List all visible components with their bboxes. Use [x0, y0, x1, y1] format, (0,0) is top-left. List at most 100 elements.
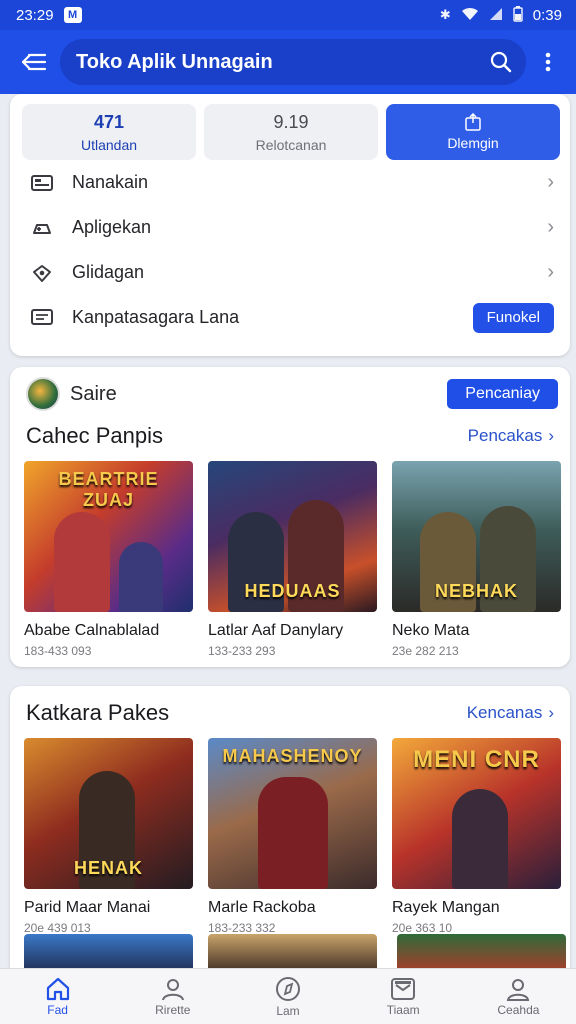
search-icon	[490, 51, 512, 73]
menu-row-label: Apligekan	[72, 217, 152, 237]
nav-label: Lam	[276, 1003, 300, 1018]
game-title: Latlar Aaf Danylary	[208, 622, 344, 639]
nav-item-home[interactable]: Fad	[0, 969, 115, 1024]
game-title: Neko Mata	[392, 622, 470, 639]
game-logo: BEARTRIE ZUAJ	[58, 469, 159, 510]
share-box-icon	[465, 113, 481, 131]
character-figure	[258, 777, 328, 889]
gamepad-icon	[30, 216, 54, 240]
nav-item-5[interactable]: Ceahda	[461, 969, 576, 1024]
game-logo: MAHASHENOY	[222, 746, 363, 766]
game-card[interactable]: MAHASHENOY Marle Rackoba 183-233 332	[208, 738, 377, 935]
menu-row-2[interactable]: Apligekan ›	[10, 205, 570, 250]
stat-primary-action[interactable]: Dlemgin	[386, 104, 560, 160]
signal-icon	[489, 7, 503, 24]
see-more-link[interactable]: Pencakas ›	[468, 426, 554, 446]
person-icon	[161, 978, 184, 1000]
stat-value: 9.19	[273, 111, 309, 132]
stat-label: Dlemgin	[447, 135, 499, 151]
nav-item-3[interactable]: Lam	[230, 969, 345, 1024]
chevron-right-icon: ›	[547, 216, 554, 238]
menu-row-label: Glidagan	[72, 262, 145, 282]
game-meta: 23e 282 213	[392, 644, 459, 658]
avatar[interactable]	[26, 377, 60, 411]
section-title: Katkara Pakes	[26, 700, 170, 725]
chevron-right-icon: ›	[548, 703, 554, 722]
game-thumbnail[interactable]: MAHASHENOY	[208, 738, 377, 889]
status-bar: 23:29 M ✱ 0:39	[0, 0, 576, 30]
game-thumbnail[interactable]: BEARTRIE ZUAJ	[24, 461, 193, 612]
heart-icon	[30, 261, 54, 285]
game-title: Rayek Mangan	[392, 899, 500, 916]
wifi-icon	[461, 7, 479, 24]
search-button[interactable]	[486, 47, 516, 77]
game-logo: HENAK	[73, 858, 143, 878]
nav-label: Rirette	[155, 1002, 191, 1017]
see-more-link[interactable]: Kencanas ›	[467, 703, 554, 723]
see-more-label: Kencanas	[466, 703, 543, 722]
character-figure	[54, 512, 110, 612]
stat-label: Relotcanan	[255, 136, 327, 153]
see-more-label: Pencakas	[467, 426, 543, 445]
game-meta: 183-433 093	[24, 644, 92, 658]
stat-downloads[interactable]: 471 Utlandan	[22, 104, 196, 160]
nav-item-2[interactable]: Rirette	[115, 969, 230, 1024]
game-meta: 20e 363 10	[392, 921, 453, 935]
game-meta: 183-233 332	[208, 921, 276, 935]
section-header-label: Saire	[70, 382, 117, 405]
status-time-left: 23:29	[16, 6, 54, 24]
more-options-button[interactable]	[532, 40, 564, 84]
bottom-navigation: Fad Rirette Lam Tiaam Ceahda	[0, 968, 576, 1024]
game-meta: 133-233 293	[208, 644, 276, 658]
game-card[interactable]: HEDUAAS Latlar Aaf Danylary 133-233 293	[208, 461, 377, 658]
menu-row-3[interactable]: Glidagan ›	[10, 250, 570, 295]
game-card[interactable]: MENI CNR Rayek Mangan 20e 363 10	[392, 738, 561, 935]
chevron-right-icon: ›	[547, 261, 554, 283]
section-title-row: Katkara Pakes Kencanas ›	[10, 700, 570, 726]
home-icon	[46, 977, 69, 1000]
battery-icon	[513, 5, 523, 25]
more-vertical-icon	[545, 52, 551, 72]
game-card[interactable]: NEBHAK Neko Mata 23e 282 213	[392, 461, 561, 658]
stat-reviews[interactable]: 9.19 Relotcanan	[204, 104, 378, 160]
nav-label: Tiaam	[386, 1002, 420, 1017]
game-thumbnail[interactable]: NEBHAK	[392, 461, 561, 612]
section-title-row: Cahec Panpis Pencakas ›	[10, 423, 570, 449]
status-right: ✱ 0:39	[439, 5, 562, 25]
overview-card: 471 Utlandan 9.19 Relotcanan Dlemgin Nan…	[10, 94, 570, 356]
ticket-icon	[30, 171, 54, 195]
back-menu-button[interactable]	[12, 40, 56, 84]
stat-value: 471	[93, 111, 125, 132]
game-thumbnail[interactable]: HEDUAAS	[208, 461, 377, 612]
nav-label: Ceahda	[497, 1002, 540, 1017]
game-card[interactable]: HENAK Parid Maar Manai 20e 439 013	[24, 738, 193, 935]
chevron-right-icon: ›	[547, 171, 554, 193]
game-logo: HEDUAAS	[244, 581, 341, 601]
game-meta: 20e 439 013	[24, 921, 91, 935]
menu-row-label: Kanpatasagara Lana	[72, 307, 240, 327]
character-figure	[119, 542, 163, 612]
section-title: Cahec Panpis	[26, 423, 163, 448]
game-title: Parid Maar Manai	[24, 899, 151, 916]
compass-icon	[276, 976, 300, 1001]
games-row: HENAK Parid Maar Manai 20e 439 013 MAHAS…	[10, 726, 570, 935]
menu-row-4[interactable]: Kanpatasagara Lana Funokel	[10, 295, 570, 340]
app-bar: Toko Aplik Unnagain	[0, 30, 576, 94]
nav-item-4[interactable]: Tiaam	[346, 969, 461, 1024]
section-header-button[interactable]: Pencaniay	[447, 379, 558, 409]
profile-icon	[507, 978, 530, 1001]
search-bar[interactable]: Toko Aplik Unnagain	[60, 39, 526, 85]
row-action-button[interactable]: Funokel	[472, 302, 554, 333]
game-card[interactable]: BEARTRIE ZUAJ Ababe Calnablalad 183-433 …	[24, 461, 193, 658]
games-row: BEARTRIE ZUAJ Ababe Calnablalad 183-433 …	[10, 449, 570, 658]
bluetooth-icon: ✱	[439, 7, 451, 22]
menu-row-label: Nanakain	[72, 172, 149, 192]
section-header: Saire Pencaniay	[10, 367, 570, 411]
game-thumbnail[interactable]: HENAK	[24, 738, 193, 889]
game-thumbnail[interactable]: MENI CNR	[392, 738, 561, 889]
game-title: Marle Rackoba	[208, 899, 316, 916]
menu-row-1[interactable]: Nanakain ›	[10, 160, 570, 205]
menu-arrow-icon	[21, 53, 47, 71]
app-title: Toko Aplik Unnagain	[76, 50, 273, 73]
game-logo: MENI CNR	[413, 746, 540, 773]
